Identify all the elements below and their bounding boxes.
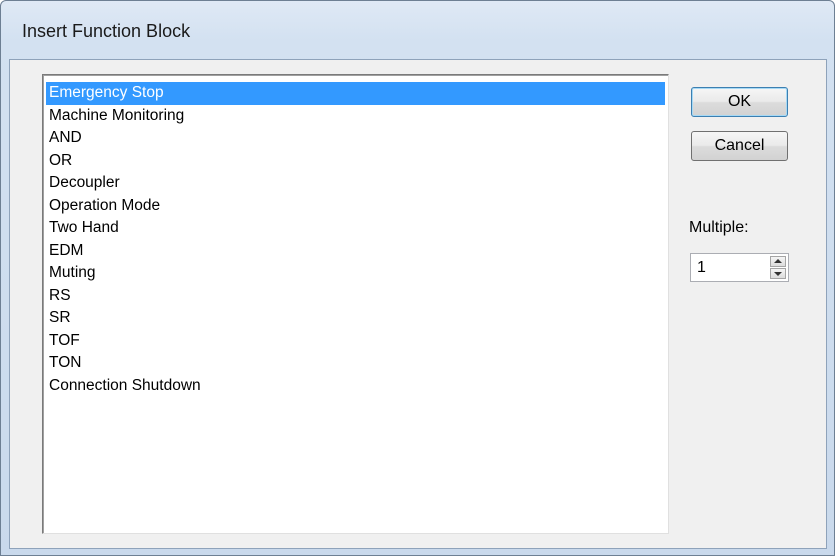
spin-up-button[interactable] (770, 256, 786, 267)
dialog-title: Insert Function Block (22, 21, 191, 41)
list-item[interactable]: Machine Monitoring (46, 105, 665, 128)
multiple-label: Multiple: (689, 219, 749, 236)
spin-buttons (770, 256, 786, 279)
chevron-down-icon (774, 272, 782, 276)
list-item[interactable]: TON (46, 352, 665, 375)
spin-down-button[interactable] (770, 268, 786, 279)
list-item[interactable]: Operation Mode (46, 195, 665, 218)
list-item[interactable]: Emergency Stop (46, 82, 665, 105)
multiple-spinner (690, 253, 789, 282)
list-item[interactable]: AND (46, 127, 665, 150)
list-item[interactable]: RS (46, 285, 665, 308)
list-item[interactable]: Muting (46, 262, 665, 285)
dialog-client-area: Emergency Stop Machine Monitoring AND OR… (9, 59, 827, 549)
list-item[interactable]: Decoupler (46, 172, 665, 195)
list-item[interactable]: SR (46, 307, 665, 330)
function-block-list: Emergency Stop Machine Monitoring AND OR… (46, 82, 665, 397)
function-block-listbox[interactable]: Emergency Stop Machine Monitoring AND OR… (42, 74, 669, 534)
cancel-button[interactable]: Cancel (691, 131, 788, 161)
ok-button[interactable]: OK (691, 87, 788, 117)
list-item[interactable]: EDM (46, 240, 665, 263)
list-item[interactable]: Two Hand (46, 217, 665, 240)
list-item[interactable]: Connection Shutdown (46, 375, 665, 398)
list-item[interactable]: TOF (46, 330, 665, 353)
title-bar[interactable]: Insert Function Block (1, 1, 834, 57)
chevron-up-icon (774, 259, 782, 263)
multiple-input[interactable] (697, 258, 757, 278)
list-item[interactable]: OR (46, 150, 665, 173)
dialog-window: Insert Function Block Emergency Stop Mac… (0, 0, 835, 556)
